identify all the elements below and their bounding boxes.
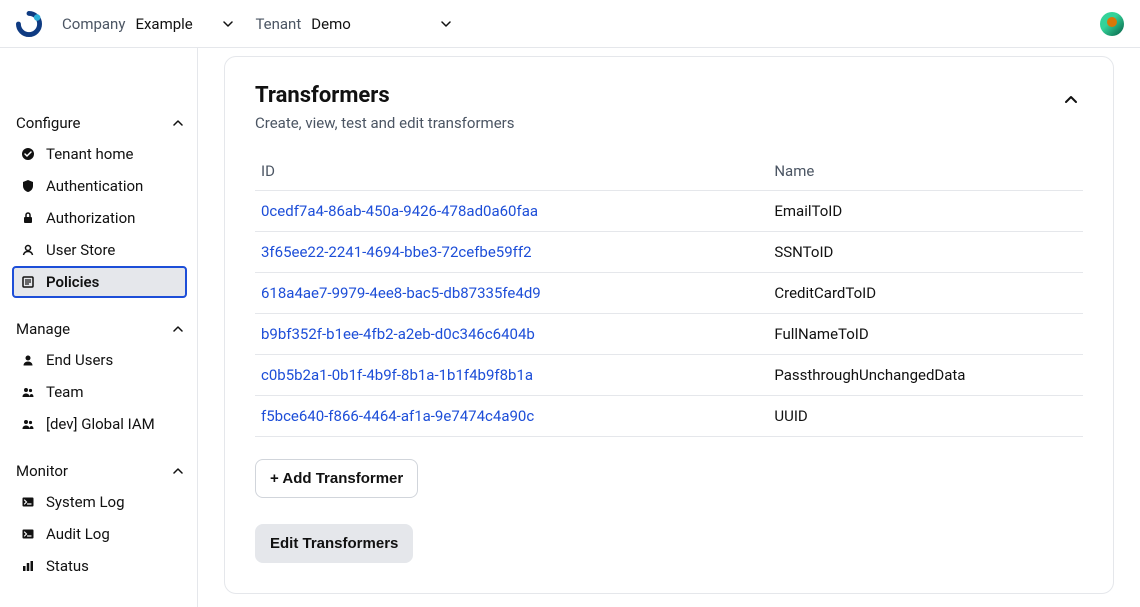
sidebar-item-label: Authorization [46, 209, 135, 227]
company-label: Company [62, 15, 125, 33]
sidebar-section-title: Manage [16, 320, 70, 338]
sidebar-item-audit-log[interactable]: Audit Log [12, 518, 187, 550]
edit-transformers-button[interactable]: Edit Transformers [255, 524, 413, 563]
terminal-icon [20, 494, 36, 510]
user-solid-icon [20, 352, 36, 368]
transformer-id-link[interactable]: b9bf352f-b1ee-4fb2-a2eb-d0c346c6404b [261, 325, 535, 343]
topbar: Company Example Tenant Demo [0, 0, 1140, 48]
sidebar-item-label: [dev] Global IAM [46, 415, 155, 433]
transformer-name: UUID [768, 396, 1083, 437]
sidebar-item-status[interactable]: Status [12, 550, 187, 582]
transformer-name: FullNameToID [768, 314, 1083, 355]
company-value: Example [135, 15, 192, 33]
sidebar-section-manage[interactable]: Manage [12, 314, 187, 344]
logo [16, 11, 42, 37]
transformer-name: CreditCardToID [768, 273, 1083, 314]
sidebar-section-configure[interactable]: Configure [12, 108, 187, 138]
table-row: b9bf352f-b1ee-4fb2-a2eb-d0c346c6404b Ful… [255, 314, 1083, 355]
user-icon [20, 242, 36, 258]
sidebar-section-title: Monitor [16, 462, 68, 480]
sidebar-item-label: Audit Log [46, 525, 110, 543]
table-row: 618a4ae7-9979-4ee8-bac5-db87335fe4d9 Cre… [255, 273, 1083, 314]
transformer-name: EmailToID [768, 191, 1083, 232]
table-header-id: ID [255, 152, 768, 191]
card-subtitle: Create, view, test and edit transformers [255, 114, 514, 132]
sidebar-item-global-iam[interactable]: [dev] Global IAM [12, 408, 187, 440]
sidebar-item-end-users[interactable]: End Users [12, 344, 187, 376]
sidebar-section-monitor[interactable]: Monitor [12, 456, 187, 486]
list-icon [20, 274, 36, 290]
chevron-up-icon [1064, 95, 1078, 104]
shield-icon [20, 178, 36, 194]
card-title: Transformers [255, 83, 514, 108]
transformers-card: Transformers Create, view, test and edit… [224, 56, 1114, 594]
sidebar-section-title: Configure [16, 114, 81, 132]
table-row: 0cedf7a4-86ab-450a-9426-478ad0a60faa Ema… [255, 191, 1083, 232]
add-transformer-button[interactable]: + Add Transformer [255, 459, 418, 498]
sidebar-item-team[interactable]: Team [12, 376, 187, 408]
collapse-button[interactable] [1059, 87, 1083, 111]
sidebar-item-system-log[interactable]: System Log [12, 486, 187, 518]
sidebar-item-label: Policies [46, 273, 99, 291]
sidebar-item-tenant-home[interactable]: Tenant home [12, 138, 187, 170]
sidebar-item-label: Team [46, 383, 84, 401]
table-row: f5bce640-f866-4464-af1a-9e7474c4a90c UUI… [255, 396, 1083, 437]
chevron-down-icon [441, 21, 451, 27]
sidebar-item-user-store[interactable]: User Store [12, 234, 187, 266]
transformer-name: SSNToID [768, 232, 1083, 273]
sidebar-item-label: End Users [46, 351, 113, 369]
transformer-id-link[interactable]: 618a4ae7-9979-4ee8-bac5-db87335fe4d9 [261, 284, 541, 302]
transformer-name: PassthroughUnchangedData [768, 355, 1083, 396]
transformer-id-link[interactable]: c0b5b2a1-0b1f-4b9f-8b1a-1b1f4b9f8b1a [261, 366, 533, 384]
sidebar-item-label: System Log [46, 493, 125, 511]
sidebar-item-label: User Store [46, 241, 115, 259]
main: Transformers Create, view, test and edit… [198, 48, 1140, 607]
circle-check-icon [20, 146, 36, 162]
table-row: 3f65ee22-2241-4694-bbe3-72cefbe59ff2 SSN… [255, 232, 1083, 273]
tenant-select[interactable]: Demo [311, 15, 451, 33]
sidebar-item-label: Status [46, 557, 89, 575]
chevron-up-icon [173, 468, 183, 474]
sidebar-item-policies[interactable]: Policies [12, 266, 187, 298]
users-icon [20, 384, 36, 400]
transformer-id-link[interactable]: 3f65ee22-2241-4694-bbe3-72cefbe59ff2 [261, 243, 532, 261]
sidebar-item-authorization[interactable]: Authorization [12, 202, 187, 234]
chevron-down-icon [223, 21, 233, 27]
avatar[interactable] [1100, 12, 1124, 36]
sidebar-item-label: Tenant home [46, 145, 133, 163]
tenant-label: Tenant [255, 15, 301, 33]
company-select[interactable]: Example [135, 15, 235, 33]
chevron-up-icon [173, 120, 183, 126]
table-header-name: Name [768, 152, 1083, 191]
table-row: c0b5b2a1-0b1f-4b9f-8b1a-1b1f4b9f8b1a Pas… [255, 355, 1083, 396]
transformer-id-link[interactable]: f5bce640-f866-4464-af1a-9e7474c4a90c [261, 407, 534, 425]
sidebar-item-label: Authentication [46, 177, 143, 195]
terminal-icon [20, 526, 36, 542]
sidebar-item-authentication[interactable]: Authentication [12, 170, 187, 202]
users-icon [20, 416, 36, 432]
chevron-up-icon [173, 326, 183, 332]
lock-icon [20, 210, 36, 226]
transformers-table: ID Name 0cedf7a4-86ab-450a-9426-478ad0a6… [255, 152, 1083, 437]
sidebar: Configure Tenant home Authentication Aut… [0, 48, 198, 607]
tenant-value: Demo [311, 15, 351, 33]
bars-icon [20, 558, 36, 574]
logo-icon [16, 11, 42, 37]
transformer-id-link[interactable]: 0cedf7a4-86ab-450a-9426-478ad0a60faa [261, 202, 538, 220]
